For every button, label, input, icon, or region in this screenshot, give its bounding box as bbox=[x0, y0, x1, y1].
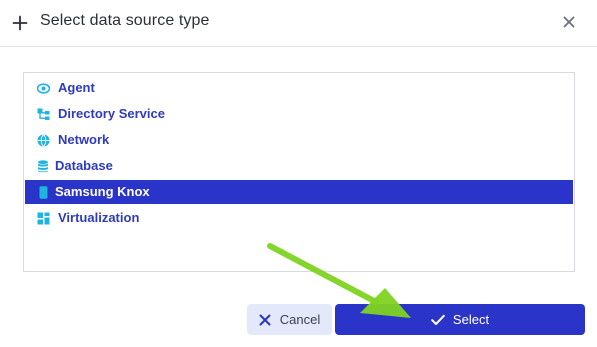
list-item-label: Database bbox=[55, 158, 113, 173]
list-item-label: Directory Service bbox=[58, 106, 165, 121]
mobile-phone-icon bbox=[39, 186, 48, 199]
plus-icon bbox=[12, 15, 28, 31]
list-item-directory-service[interactable]: Directory Service bbox=[25, 102, 573, 126]
list-item-network[interactable]: Network bbox=[25, 128, 573, 152]
virtualization-icon bbox=[37, 212, 50, 225]
eye-icon bbox=[37, 83, 50, 94]
globe-icon bbox=[37, 134, 50, 147]
dialog-header: Select data source type bbox=[0, 0, 597, 47]
close-icon bbox=[259, 314, 271, 325]
list-item-label: Samsung Knox bbox=[55, 184, 150, 199]
select-button-label: Select bbox=[452, 312, 490, 327]
directory-tree-icon bbox=[37, 108, 50, 120]
list-item-samsung-knox[interactable]: Samsung Knox bbox=[25, 180, 573, 204]
close-icon[interactable] bbox=[563, 16, 575, 28]
data-source-list: Agent Directory Service Network Database… bbox=[23, 72, 575, 272]
dialog-title: Select data source type bbox=[40, 12, 210, 29]
list-item-agent[interactable]: Agent bbox=[25, 76, 573, 100]
cancel-button-label: Cancel bbox=[279, 312, 321, 327]
list-item-label: Virtualization bbox=[58, 210, 140, 225]
list-item-label: Network bbox=[58, 132, 110, 147]
checkmark-icon bbox=[431, 314, 445, 325]
select-data-source-dialog: Select data source type Agent Directory … bbox=[0, 0, 597, 347]
database-icon bbox=[38, 160, 48, 173]
list-item-label: Agent bbox=[58, 80, 95, 95]
list-item-virtualization[interactable]: Virtualization bbox=[25, 206, 573, 230]
select-button[interactable]: Select bbox=[335, 304, 585, 335]
cancel-button[interactable]: Cancel bbox=[247, 304, 332, 335]
list-item-database[interactable]: Database bbox=[25, 154, 573, 178]
